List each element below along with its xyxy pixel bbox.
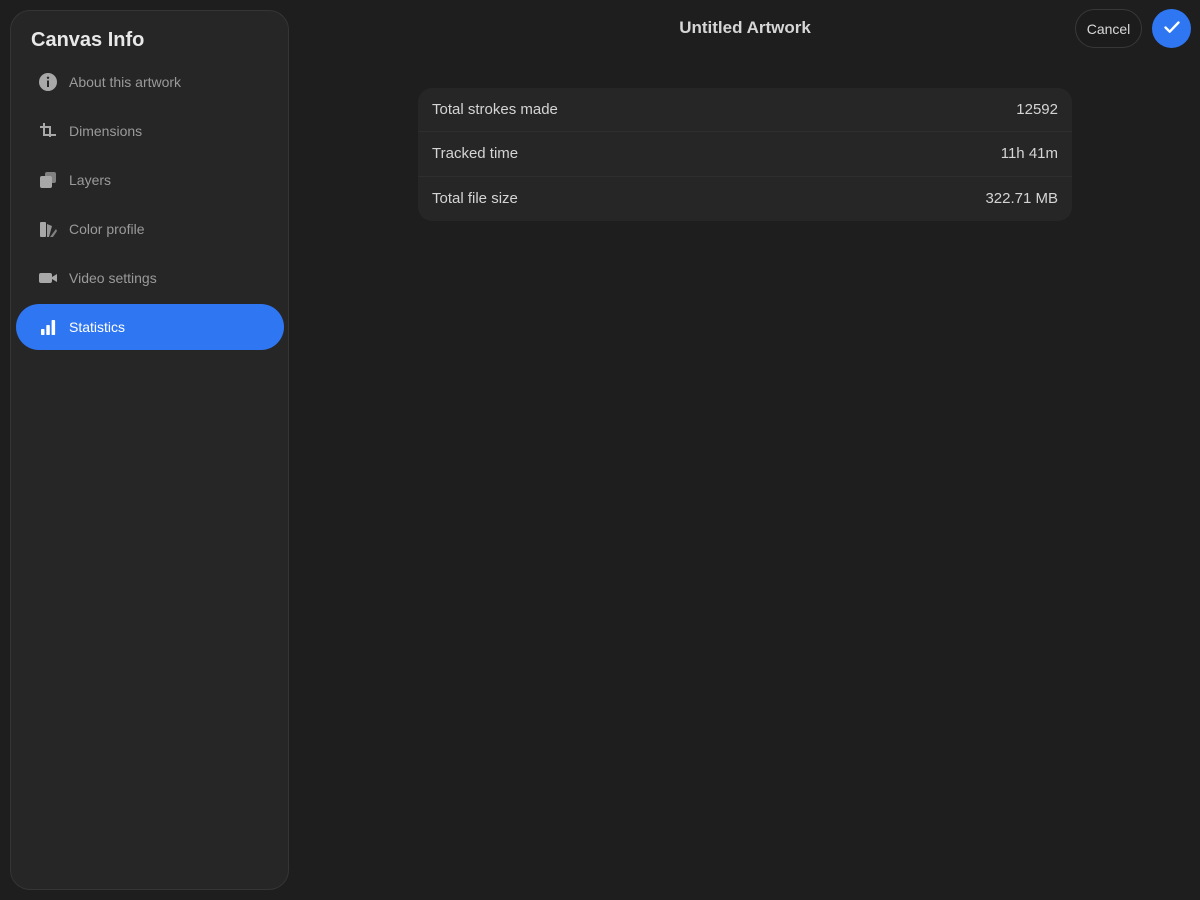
- stat-label: Total file size: [432, 190, 518, 208]
- stat-label: Total strokes made: [432, 101, 558, 119]
- sidebar-item-video-settings[interactable]: Video settings: [16, 255, 284, 301]
- sidebar-item-label: Video settings: [69, 270, 157, 286]
- stat-value: 12592: [1016, 101, 1058, 119]
- layers-icon: [38, 170, 58, 190]
- sidebar-item-statistics[interactable]: Statistics: [16, 304, 284, 350]
- sidebar-item-label: About this artwork: [69, 74, 182, 90]
- sidebar-item-layers[interactable]: Layers: [16, 157, 284, 203]
- stat-row-tracked-time: Tracked time 11h 41m: [418, 132, 1072, 177]
- stat-label: Tracked time: [432, 145, 519, 163]
- sidebar-item-label: Statistics: [69, 319, 126, 335]
- sidebar-item-color-profile[interactable]: Color profile: [16, 206, 284, 252]
- video-camera-icon: [38, 268, 58, 288]
- confirm-button[interactable]: [1152, 9, 1191, 48]
- sidebar-item-label: Layers: [69, 172, 112, 188]
- page-title: Untitled Artwork: [679, 18, 811, 37]
- stat-row-file-size: Total file size 322.71 MB: [418, 177, 1072, 221]
- sidebar: Canvas Info About this artwork Dimension…: [10, 10, 289, 890]
- sidebar-item-dimensions[interactable]: Dimensions: [16, 108, 284, 154]
- sidebar-item-label: Dimensions: [69, 123, 143, 139]
- stat-row-total-strokes: Total strokes made 12592: [418, 88, 1072, 133]
- sidebar-item-about[interactable]: About this artwork: [16, 59, 284, 105]
- sidebar-title: Canvas Info: [31, 29, 145, 51]
- cancel-button[interactable]: Cancel: [1075, 9, 1142, 48]
- stat-value: 11h 41m: [1000, 145, 1058, 163]
- statistics-card: Total strokes made 12592 Tracked time 11…: [418, 88, 1072, 221]
- stat-value: 322.71 MB: [985, 190, 1058, 208]
- sidebar-item-label: Color profile: [69, 221, 145, 237]
- checkmark-icon: [1162, 17, 1182, 40]
- sidebar-nav: About this artwork Dimensions Layers Col…: [16, 59, 284, 353]
- bar-chart-icon: [38, 317, 58, 337]
- crop-icon: [38, 121, 58, 141]
- color-profile-icon: [38, 219, 58, 239]
- info-icon: [38, 72, 58, 92]
